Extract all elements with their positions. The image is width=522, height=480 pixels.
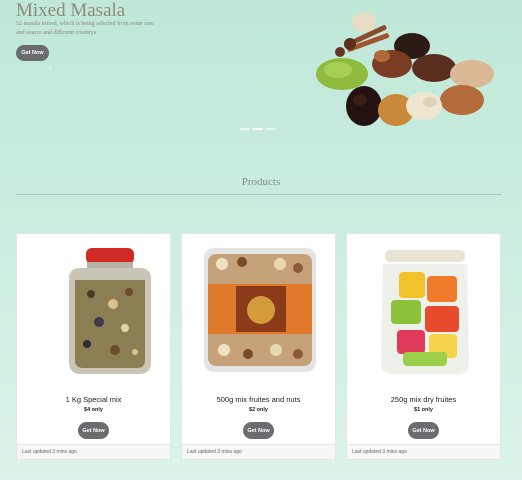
hero-description: 52 masala mixed, which is being selected… bbox=[16, 21, 154, 36]
chevron-left-icon[interactable]: ‹ bbox=[48, 62, 52, 73]
hero-carousel: Mixed Masala 52 masala mixed, which is b… bbox=[0, 0, 522, 150]
carousel-indicator[interactable] bbox=[240, 128, 250, 130]
product-title: 250g mix dry fruites bbox=[390, 395, 457, 404]
product-card: 250g mix dry fruites $1 only Get Now Las… bbox=[346, 233, 501, 460]
carousel-indicator-active[interactable] bbox=[253, 128, 263, 130]
product-get-now-button[interactable]: Get Now bbox=[408, 422, 439, 439]
product-title: 500g mix fruites and nuts bbox=[216, 395, 301, 404]
product-get-now-button[interactable]: Get Now bbox=[78, 422, 109, 439]
carousel-indicators bbox=[240, 128, 276, 130]
product-card: 500g mix fruites and nuts $2 only Get No… bbox=[181, 233, 336, 460]
card-footer-updated: Last updated 3 mins ago bbox=[347, 444, 500, 459]
hero-title: Mixed Masala bbox=[16, 0, 126, 21]
product-image-fruits-nuts-box bbox=[204, 248, 316, 372]
product-title: 1 Kg Special mix bbox=[65, 395, 122, 404]
product-price: $1 only bbox=[414, 407, 433, 413]
spice-mix-image bbox=[316, 12, 494, 126]
section-divider bbox=[16, 194, 502, 195]
product-get-now-button[interactable]: Get Now bbox=[243, 422, 274, 439]
product-image-special-mix-jar bbox=[69, 248, 151, 374]
card-footer-updated: Last updated 3 mins ago bbox=[17, 444, 170, 459]
hero-get-now-button[interactable]: Get Now bbox=[16, 45, 49, 61]
products-heading: Products bbox=[241, 176, 281, 188]
product-card: 1 Kg Special mix $4 only Get Now Last up… bbox=[16, 233, 171, 460]
product-image-dry-fruits-jar bbox=[381, 250, 469, 374]
carousel-indicator[interactable] bbox=[266, 128, 276, 130]
card-footer-updated: Last updated 3 mins ago bbox=[182, 444, 335, 459]
product-price: $4 only bbox=[84, 407, 103, 413]
product-price: $2 only bbox=[249, 407, 268, 413]
